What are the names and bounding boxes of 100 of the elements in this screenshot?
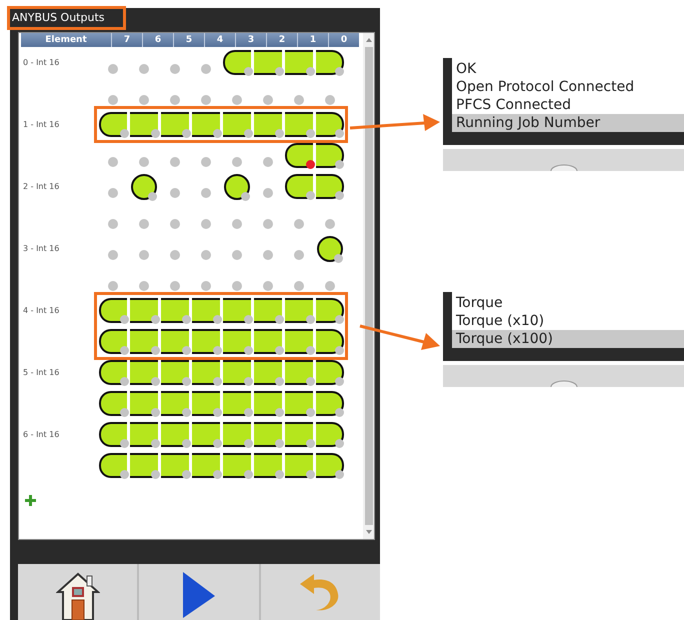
bit-on-indicator[interactable]: [192, 112, 220, 137]
bit-on-indicator[interactable]: [160, 298, 188, 323]
bit-off-dot[interactable]: [262, 188, 272, 198]
bit-on-indicator[interactable]: [98, 453, 126, 478]
bit-on-indicator[interactable]: [130, 391, 158, 416]
bit-on-indicator[interactable]: [316, 174, 344, 199]
bit-on-indicator[interactable]: [160, 453, 188, 478]
bit-off-dot[interactable]: [170, 94, 180, 104]
bit-off-dot[interactable]: [324, 280, 334, 290]
bit-off-dot[interactable]: [324, 94, 334, 104]
bit-on-indicator[interactable]: [130, 453, 158, 478]
bit-off-dot[interactable]: [294, 280, 304, 290]
bit-on-indicator[interactable]: [284, 174, 312, 199]
scroll-down-icon[interactable]: [364, 529, 372, 535]
bit-off-dot[interactable]: [138, 218, 148, 228]
bit-on-indicator[interactable]: [160, 360, 188, 385]
bit-on-indicator[interactable]: [254, 50, 282, 75]
play-button[interactable]: [139, 564, 259, 620]
bit-off-dot[interactable]: [262, 250, 272, 260]
bit-on-indicator[interactable]: [254, 360, 282, 385]
bit-on-indicator[interactable]: [98, 298, 126, 323]
bit-on-indicator[interactable]: [130, 422, 158, 447]
bit-on-indicator[interactable]: [284, 329, 312, 354]
bit-off-dot[interactable]: [138, 250, 148, 260]
bit-off-dot[interactable]: [262, 94, 272, 104]
add-icon[interactable]: [25, 495, 36, 506]
bit-off-dot[interactable]: [200, 218, 210, 228]
bit-off-dot[interactable]: [108, 218, 118, 228]
bit-off-dot[interactable]: [324, 218, 334, 228]
bit-off-dot[interactable]: [108, 280, 118, 290]
bit-on-indicator[interactable]: [316, 298, 344, 323]
bit-on-indicator[interactable]: [284, 298, 312, 323]
bit-on-indicator[interactable]: [130, 174, 156, 200]
bit-off-dot[interactable]: [170, 156, 180, 166]
list-option[interactable]: PFCS Connected: [452, 96, 684, 114]
bit-off-dot[interactable]: [262, 218, 272, 228]
bit-on-indicator[interactable]: [130, 298, 158, 323]
bit-off-dot[interactable]: [232, 280, 242, 290]
bit-off-dot[interactable]: [170, 280, 180, 290]
bit-off-dot[interactable]: [200, 156, 210, 166]
bit-off-dot[interactable]: [232, 250, 242, 260]
bit-on-indicator[interactable]: [98, 329, 126, 354]
bit-on-indicator[interactable]: [192, 422, 220, 447]
bit-on-indicator[interactable]: [222, 391, 250, 416]
bit-off-dot[interactable]: [108, 94, 118, 104]
bit-on-indicator[interactable]: [284, 422, 312, 447]
bit-on-indicator[interactable]: [316, 360, 344, 385]
bit-off-dot[interactable]: [294, 218, 304, 228]
scrollbar[interactable]: [363, 33, 374, 539]
bit-off-dot[interactable]: [262, 156, 272, 166]
bit-on-indicator[interactable]: [316, 422, 344, 447]
scroll-up-icon[interactable]: [364, 37, 372, 43]
bit-off-dot[interactable]: [232, 218, 242, 228]
bit-on-indicator[interactable]: [316, 391, 344, 416]
bit-on-indicator[interactable]: [254, 298, 282, 323]
bit-on-indicator[interactable]: [160, 422, 188, 447]
bit-off-dot[interactable]: [138, 156, 148, 166]
bit-on-indicator[interactable]: [316, 236, 342, 262]
bit-on-indicator[interactable]: [222, 329, 250, 354]
bit-on-indicator[interactable]: [254, 391, 282, 416]
bit-on-indicator[interactable]: [130, 360, 158, 385]
bit-on-indicator[interactable]: [224, 174, 250, 200]
bit-on-indicator[interactable]: [254, 329, 282, 354]
list-option[interactable]: Open Protocol Connected: [452, 78, 684, 96]
bit-on-indicator[interactable]: [284, 453, 312, 478]
bit-on-indicator[interactable]: [222, 453, 250, 478]
list-option[interactable]: Running Job Number: [452, 114, 684, 132]
bit-on-indicator[interactable]: [316, 50, 344, 75]
list-option[interactable]: Torque: [452, 294, 684, 312]
bit-off-dot[interactable]: [232, 94, 242, 104]
bit-on-indicator[interactable]: [284, 143, 312, 168]
bit-off-dot[interactable]: [170, 250, 180, 260]
bit-off-dot[interactable]: [138, 94, 148, 104]
bit-on-indicator[interactable]: [192, 360, 220, 385]
bit-on-indicator[interactable]: [192, 453, 220, 478]
bit-off-dot[interactable]: [138, 280, 148, 290]
bit-on-indicator[interactable]: [192, 298, 220, 323]
bit-off-dot[interactable]: [294, 250, 304, 260]
bit-off-dot[interactable]: [108, 188, 118, 198]
bit-off-dot[interactable]: [170, 218, 180, 228]
bit-on-indicator[interactable]: [222, 112, 250, 137]
bit-on-indicator[interactable]: [284, 391, 312, 416]
bit-off-dot[interactable]: [200, 280, 210, 290]
list-option[interactable]: OK: [452, 60, 684, 78]
list-option[interactable]: Torque (x100): [452, 330, 684, 348]
bit-on-indicator[interactable]: [98, 360, 126, 385]
bit-off-dot[interactable]: [170, 188, 180, 198]
bit-off-dot[interactable]: [108, 64, 118, 74]
bit-on-indicator[interactable]: [222, 298, 250, 323]
bit-on-indicator[interactable]: [284, 50, 312, 75]
bit-on-indicator[interactable]: [284, 112, 312, 137]
home-button[interactable]: [18, 564, 138, 620]
bit-off-dot[interactable]: [170, 64, 180, 74]
bit-off-dot[interactable]: [200, 64, 210, 74]
bit-on-indicator[interactable]: [222, 50, 250, 75]
bit-off-dot[interactable]: [138, 64, 148, 74]
bit-on-indicator[interactable]: [316, 112, 344, 137]
bit-on-indicator[interactable]: [316, 329, 344, 354]
bit-off-dot[interactable]: [200, 250, 210, 260]
bit-off-dot[interactable]: [200, 94, 210, 104]
